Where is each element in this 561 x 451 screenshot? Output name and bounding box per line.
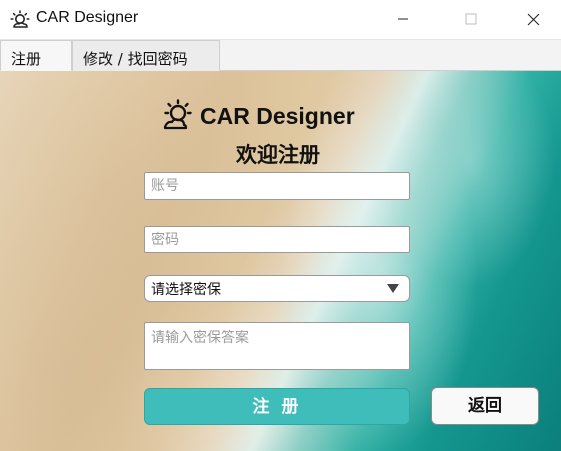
close-button[interactable] xyxy=(510,0,556,38)
page-title: 欢迎注册 xyxy=(236,143,320,167)
security-answer-input[interactable] xyxy=(144,322,410,370)
back-button[interactable]: 返回 xyxy=(431,387,539,425)
account-input[interactable] xyxy=(144,172,410,200)
title-bar: CAR Designer xyxy=(0,0,561,40)
maximize-icon xyxy=(465,13,477,25)
register-panel: CAR Designer 欢迎注册 请选择密保 注 册 返回 xyxy=(0,71,561,451)
maximize-button[interactable] xyxy=(448,0,494,38)
sun-cloud-icon xyxy=(10,10,30,28)
register-button[interactable]: 注 册 xyxy=(144,388,410,425)
security-question-select[interactable]: 请选择密保 xyxy=(144,275,410,302)
window-title: CAR Designer xyxy=(36,9,139,26)
close-icon xyxy=(527,13,539,25)
password-input[interactable] xyxy=(144,226,410,253)
tab-modify-password[interactable]: 修改 / 找回密码 xyxy=(72,40,220,71)
brand-header: CAR Designer xyxy=(160,99,355,133)
minimize-button[interactable] xyxy=(380,0,426,38)
brand-name: CAR Designer xyxy=(200,102,355,129)
minimize-icon xyxy=(398,18,408,20)
tab-register[interactable]: 注册 xyxy=(0,40,72,71)
tab-bar: 注册 修改 / 找回密码 xyxy=(0,40,561,71)
sun-cloud-icon xyxy=(163,99,192,130)
dropdown-arrow-icon xyxy=(387,284,399,293)
security-question-value: 请选择密保 xyxy=(151,281,221,298)
